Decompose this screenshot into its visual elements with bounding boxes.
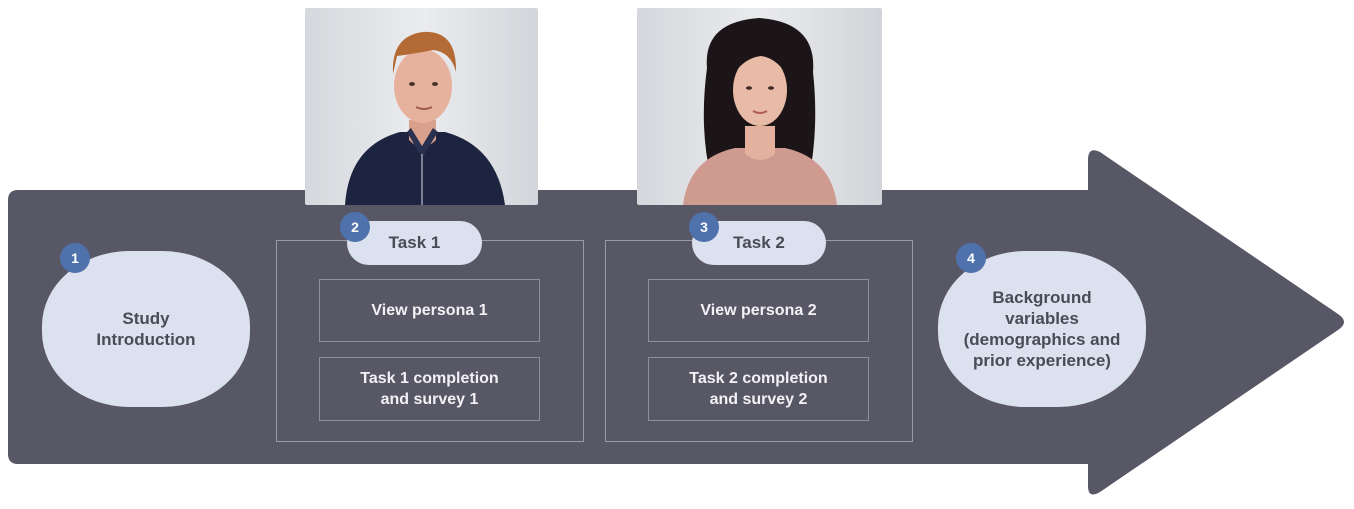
- stage-2-step-1-label: View persona 1: [371, 302, 488, 319]
- stage-1-label: Study Introduction: [96, 309, 196, 349]
- stage-2-step-2-label: Task 1 completion and survey 1: [360, 370, 499, 408]
- stage-3-step-completion-survey: Task 2 completion and survey 2: [648, 357, 869, 421]
- stage-2-label: Task 1: [388, 233, 441, 252]
- stage-3-badge: 3: [689, 212, 719, 242]
- stage-3-step-2-label: Task 2 completion and survey 2: [689, 370, 828, 408]
- stage-3-step-1-label: View persona 2: [700, 302, 817, 319]
- stage-3-label: Task 2: [733, 233, 785, 252]
- stage-3-step-view-persona: View persona 2: [648, 279, 869, 342]
- stage-4-background-variables: Background variables (demographics and p…: [938, 251, 1146, 407]
- stage-2-step-view-persona: View persona 1: [319, 279, 540, 342]
- stage-1-study-introduction: Study Introduction: [42, 251, 250, 407]
- stage-4-label: Background variables (demographics and p…: [963, 288, 1121, 370]
- stage-1-badge: 1: [60, 243, 90, 273]
- stage-2-badge: 2: [340, 212, 370, 242]
- stage-4-badge: 4: [956, 243, 986, 273]
- persona-1-photo: [305, 8, 538, 205]
- stage-2-step-completion-survey: Task 1 completion and survey 1: [319, 357, 540, 421]
- persona-2-photo: [637, 8, 882, 205]
